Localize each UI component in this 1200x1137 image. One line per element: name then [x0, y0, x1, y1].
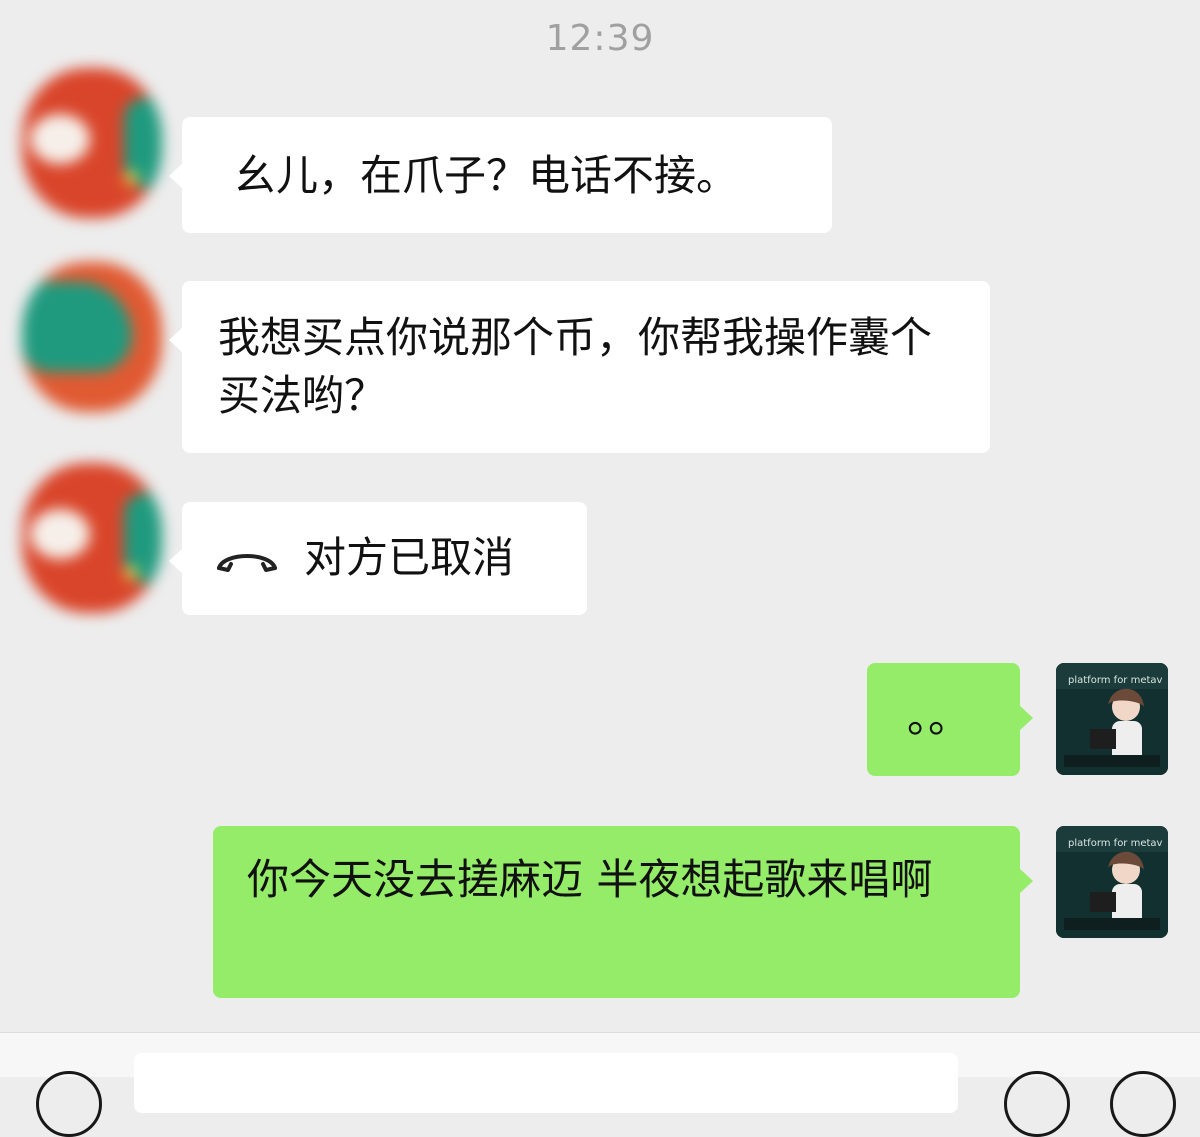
phone-hangup-icon — [217, 553, 277, 572]
message-bubble-incoming[interactable]: 幺儿，在爪子？电话不接。 — [169, 117, 832, 233]
self-avatar-caption: platform for metav — [1068, 675, 1163, 686]
message-text: 我想买点你说那个币，你帮我操作囊个买法哟？ — [218, 313, 933, 420]
message-text: 幺儿，在爪子？电话不接。 — [234, 151, 739, 200]
contact-avatar[interactable] — [22, 262, 162, 412]
contact-avatar[interactable]: ★ — [22, 68, 162, 218]
call-record-bubble[interactable]: 对方已取消 — [169, 502, 587, 615]
input-bar — [0, 1032, 1200, 1137]
profile-photo: platform for metav — [1056, 826, 1168, 938]
plus-icon[interactable] — [1110, 1071, 1176, 1137]
message-bubble-outgoing[interactable]: 。。 — [867, 663, 1033, 776]
chat-timestamp: 12:39 — [545, 18, 655, 59]
message-bubble-incoming[interactable]: 我想买点你说那个币，你帮我操作囊个买法哟？ — [169, 281, 990, 453]
message-text: 你今天没去搓麻迈 半夜想起歌来唱啊 — [247, 855, 933, 904]
profile-photo: platform for metav — [1056, 663, 1168, 775]
voice-icon[interactable] — [36, 1071, 102, 1137]
message-bubble-outgoing[interactable]: 你今天没去搓麻迈 半夜想起歌来唱啊 — [213, 826, 1033, 998]
contact-avatar[interactable]: ★ — [22, 463, 162, 613]
emoji-icon[interactable] — [1004, 1071, 1070, 1137]
message-text: 。。 — [907, 693, 971, 742]
call-status-text: 对方已取消 — [304, 533, 515, 582]
self-avatar-caption: platform for metav — [1068, 838, 1163, 849]
self-avatar[interactable]: platform for metav — [1056, 663, 1168, 775]
self-avatar[interactable]: platform for metav — [1056, 826, 1168, 938]
message-input[interactable] — [134, 1053, 958, 1113]
